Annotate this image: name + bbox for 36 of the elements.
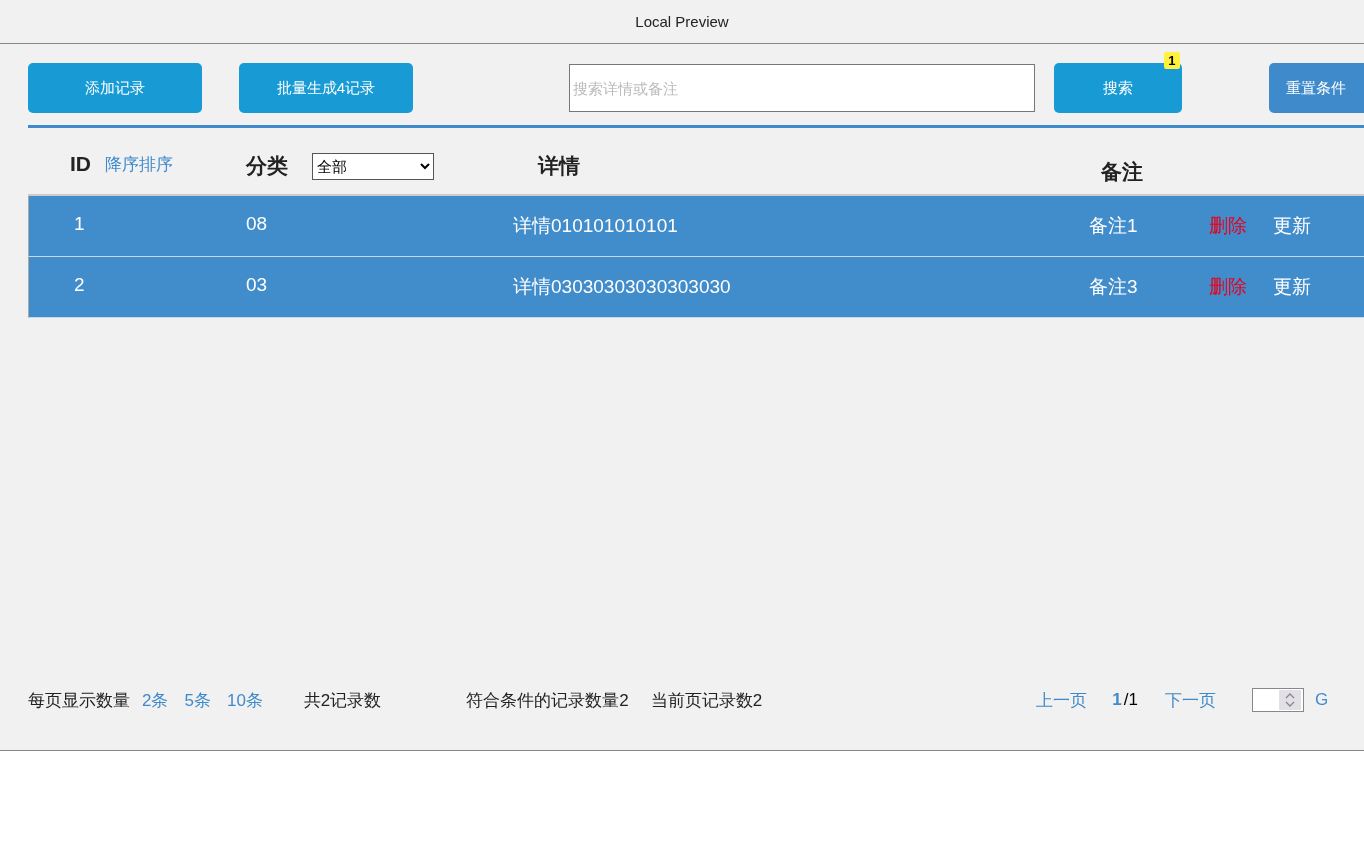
reset-button[interactable]: 重置条件 [1268,63,1364,113]
search-field[interactable]: 搜索详情或备注 [568,64,1035,112]
count-badge: 1 [1164,52,1180,69]
update-link[interactable]: 更新 [1273,274,1311,300]
sort-link[interactable]: 降序排序 [105,152,173,176]
column-header: 备注 [1101,159,1143,185]
page-number-field[interactable] [1251,688,1304,712]
next-page-link[interactable]: 下一页 [1164,688,1216,712]
detail-cell-text: 详情010101010101 [513,214,679,238]
matched-count: 符合条件的记录数量2 [466,689,629,712]
detail-cell-text: 详情03030303030303030 [513,275,732,299]
total-count: 共2记录数 [303,689,382,712]
note-cell-text: 备注3 [1089,275,1139,299]
category-cell-text: 08 [246,213,269,235]
batch-generate-button[interactable]: 批量生成4记录 [238,63,413,113]
go-button[interactable]: G [1314,690,1329,710]
previous-page-link[interactable]: 上一页 [1036,688,1088,712]
update-link[interactable]: 更新 [1273,213,1311,239]
add-button[interactable]: 添加记录 [28,63,202,113]
window-title: Local Preview [635,13,729,30]
category-cell-text: 03 [246,274,269,296]
spinner-icon[interactable] [1278,690,1301,710]
page-size-link[interactable]: 5条 [184,688,211,712]
id-cell-text: 1 [73,213,86,235]
page-record-count: 当前页记录数2 [650,689,763,712]
category-select[interactable]: 全部 [312,152,434,180]
page-size-link[interactable]: 2条 [142,688,169,712]
per-page-label: 每页显示数量 [28,689,130,712]
column-header: 分类 [246,153,288,179]
id-cell-text: 2 [73,274,86,296]
note-cell-text: 备注1 [1089,214,1139,238]
current-page: 1 [1112,690,1122,710]
column-header: ID [70,152,91,176]
total-pages: /1 [1123,690,1138,710]
column-header: 详情 [538,153,580,179]
page-size-link[interactable]: 10条 [226,688,263,712]
